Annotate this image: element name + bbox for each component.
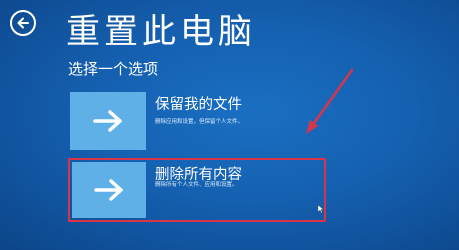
keep-my-files-option[interactable]: 保留我的文件 删除应用和设置，但保留个人文件。 [70,92,332,150]
option-description: 删除应用和设置，但保留个人文件。 [155,119,244,125]
choose-option-subtitle: 选择一个选项 [68,60,159,78]
back-button[interactable] [10,10,36,36]
mouse-cursor-icon [318,205,324,213]
reset-pc-screen: 重置此电脑 选择一个选项 保留我的文件 删除应用和设置，但保留个人文件。 删除所… [0,0,459,250]
back-arrow-icon [17,17,29,29]
right-arrow-icon [93,110,122,132]
option-tile [70,92,146,150]
option-title: 保留我的文件 [155,97,242,113]
annotation-highlight-box [68,158,326,222]
page-title: 重置此电脑 [66,12,256,52]
